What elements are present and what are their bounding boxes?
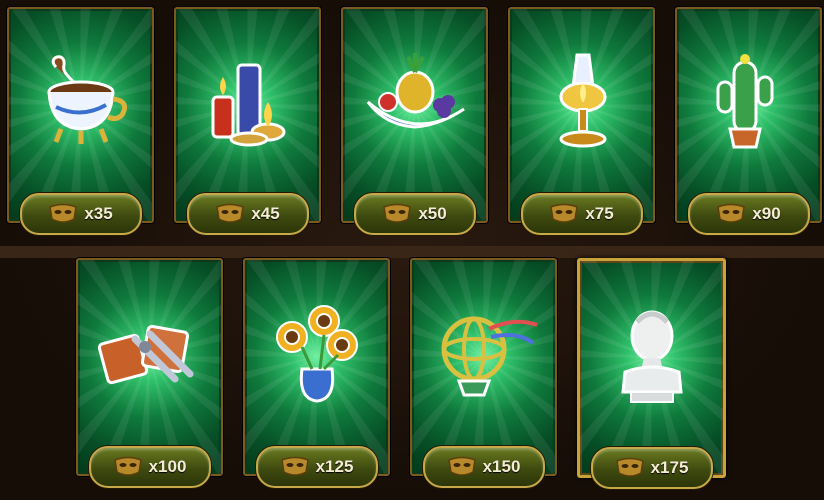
shop-item-cactus[interactable]: x90 [675, 7, 822, 235]
shop-item-scrolls-and-pliers[interactable]: x100 [76, 258, 223, 488]
mask-icon [447, 456, 476, 476]
price-button[interactable]: x50 [353, 193, 476, 235]
fruit-bowl-icon [366, 53, 465, 129]
mask-icon [383, 203, 412, 223]
price-button[interactable]: x100 [88, 446, 211, 488]
shop-item-sunflowers[interactable]: x125 [243, 258, 390, 488]
oil-lamp-icon [559, 53, 606, 148]
mask-icon [49, 203, 78, 223]
price-label: x35 [84, 204, 113, 223]
price-button[interactable]: x90 [687, 193, 810, 235]
shop-item-candles[interactable]: x45 [174, 7, 321, 235]
price-label: x150 [482, 457, 521, 476]
armillary-sphere-icon [441, 316, 538, 397]
price-button[interactable]: x125 [255, 446, 378, 488]
price-button[interactable]: x45 [186, 193, 309, 235]
price-button[interactable]: x175 [590, 447, 713, 489]
shelf-divider [0, 246, 824, 258]
shop-item-fruit-bowl[interactable]: x50 [341, 7, 488, 235]
mask-icon [615, 457, 644, 477]
shop-item-teacup[interactable]: x35 [7, 7, 154, 235]
mask-icon [717, 203, 746, 223]
teacup-icon [47, 55, 127, 145]
price-button[interactable]: x35 [19, 193, 142, 235]
price-button[interactable]: x75 [520, 193, 643, 235]
price-label: x75 [585, 204, 614, 223]
price-label: x125 [315, 457, 354, 476]
mask-icon [550, 203, 579, 223]
shop-item-marble-bust[interactable]: x175 [577, 258, 726, 489]
shop-item-armillary-sphere[interactable]: x150 [410, 258, 557, 488]
candles-icon [211, 63, 285, 147]
price-label: x50 [418, 204, 447, 223]
sunflowers-icon [275, 305, 358, 403]
mask-icon [113, 456, 142, 476]
mask-icon [280, 456, 309, 476]
marble-bust-icon [620, 310, 683, 404]
price-label: x100 [148, 457, 187, 476]
scrolls-and-pliers-icon [97, 325, 193, 385]
price-label: x175 [650, 458, 689, 477]
cactus-icon [716, 54, 773, 149]
price-button[interactable]: x150 [422, 446, 545, 488]
price-label: x45 [251, 204, 280, 223]
shop-item-oil-lamp[interactable]: x75 [508, 7, 655, 235]
mask-icon [216, 203, 245, 223]
price-label: x90 [752, 204, 781, 223]
